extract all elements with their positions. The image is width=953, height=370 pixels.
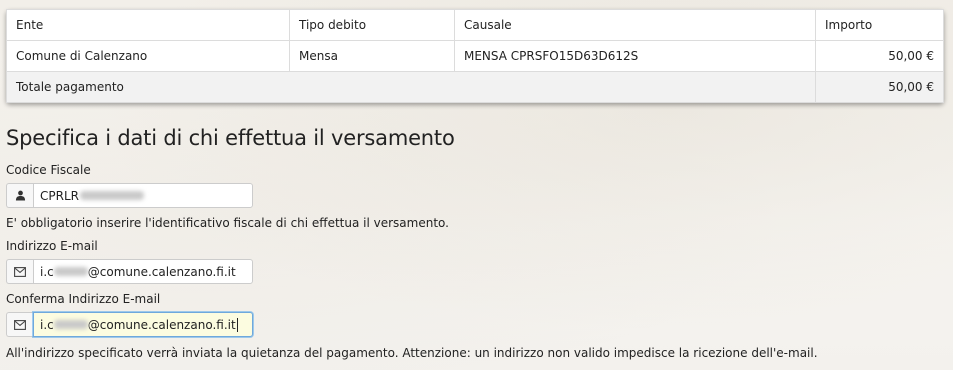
email-confirm-value-suffix: @comune.calenzano.fi.it	[87, 317, 236, 332]
redacted-text	[53, 320, 88, 329]
header-importo: Importo	[815, 9, 944, 41]
cell-ente: Comune di Calenzano	[6, 40, 290, 72]
table-row: Comune di Calenzano Mensa MENSA CPRSFO15…	[6, 40, 944, 72]
email-confirm-group: i.c @comune.calenzano.fi.it	[6, 312, 253, 337]
email-confirm-input[interactable]: i.c @comune.calenzano.fi.it	[33, 312, 253, 337]
email-group: i.c @comune.calenzano.fi.it	[6, 259, 253, 284]
envelope-icon	[6, 312, 33, 337]
email-label: Indirizzo E-mail	[6, 239, 98, 253]
codice-fiscale-label: Codice Fiscale	[6, 163, 91, 177]
header-causale: Causale	[454, 9, 816, 41]
table-total-row: Totale pagamento 50,00 €	[6, 71, 944, 103]
table-header-row: Ente Tipo debito Causale Importo	[6, 9, 944, 41]
codice-fiscale-help: E' obbligatorio inserire l'identificativ…	[6, 216, 449, 230]
cell-causale: MENSA CPRSFO15D63D612S	[454, 40, 816, 72]
codice-fiscale-input[interactable]: CPRLR	[33, 183, 253, 208]
payment-table: Ente Tipo debito Causale Importo Comune …	[6, 9, 944, 103]
total-value: 50,00 €	[815, 71, 944, 103]
header-tipo-debito: Tipo debito	[289, 9, 455, 41]
user-icon	[6, 183, 33, 208]
email-help: All'indirizzo specificato verrà inviata …	[6, 346, 818, 360]
email-value-suffix: @comune.calenzano.fi.it	[87, 264, 236, 279]
email-confirm-label: Conferma Indirizzo E-mail	[6, 292, 161, 306]
header-ente: Ente	[6, 9, 290, 41]
cell-importo: 50,00 €	[815, 40, 944, 72]
envelope-icon	[6, 259, 33, 284]
total-label: Totale pagamento	[6, 71, 816, 103]
redacted-text	[79, 191, 144, 200]
email-input[interactable]: i.c @comune.calenzano.fi.it	[33, 259, 253, 284]
text-caret	[236, 317, 238, 332]
section-title: Specifica i dati di chi effettua il vers…	[6, 126, 455, 150]
codice-fiscale-value: CPRLR	[40, 188, 79, 203]
cell-tipo-debito: Mensa	[289, 40, 455, 72]
email-confirm-value-prefix: i.c	[40, 317, 54, 332]
codice-fiscale-group: CPRLR	[6, 183, 253, 208]
email-value-prefix: i.c	[40, 264, 54, 279]
redacted-text	[53, 267, 88, 276]
